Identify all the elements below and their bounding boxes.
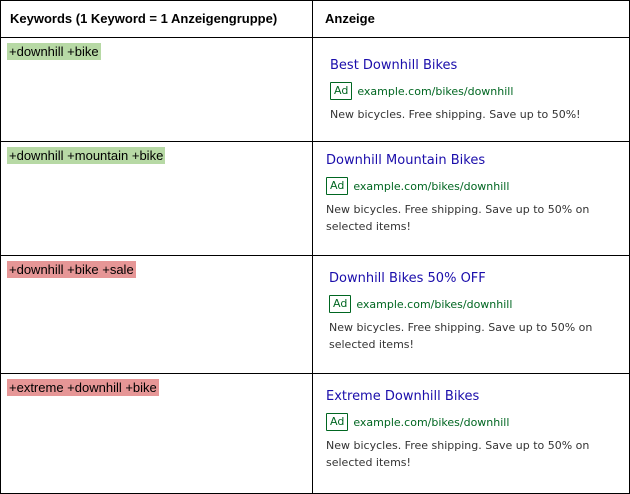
keywords-ads-table: Keywords (1 Keyword = 1 Anzeigengruppe) … [0, 0, 630, 494]
header-keywords-label: Keywords (1 Keyword = 1 Anzeigengruppe) [10, 11, 278, 26]
ad-display-url[interactable]: example.com/bikes/downhill [357, 85, 513, 98]
table-row: +downhill +bike Best Downhill Bikes Ad e… [0, 37, 630, 142]
table-row: +downhill +mountain +bike Downhill Mount… [0, 141, 630, 256]
ad-badge: Ad [329, 295, 352, 313]
ad-url-row: Ad example.com/bikes/downhill [326, 177, 629, 195]
ad-description: New bicycles. Free shipping. Save up to … [330, 108, 581, 121]
ad-badge: Ad [326, 413, 349, 431]
ad-title[interactable]: Downhill Mountain Bikes [326, 153, 629, 169]
ad-cell: Extreme Downhill Bikes Ad example.com/bi… [312, 373, 630, 494]
ad-display-url[interactable]: example.com/bikes/downhill [353, 416, 509, 429]
ad-cell: Downhill Mountain Bikes Ad example.com/b… [312, 141, 630, 256]
keyword-highlight: +downhill +bike [7, 43, 101, 60]
keyword-highlight: +extreme +downhill +bike [7, 379, 159, 396]
table-header-row: Keywords (1 Keyword = 1 Anzeigengruppe) … [0, 0, 630, 38]
header-keywords: Keywords (1 Keyword = 1 Anzeigengruppe) [0, 0, 313, 38]
ad-badge: Ad [326, 177, 349, 195]
ad-preview: Downhill Mountain Bikes Ad example.com/b… [326, 153, 629, 235]
keyword-highlight: +downhill +mountain +bike [7, 147, 166, 164]
ad-url-row: Ad example.com/bikes/downhill [326, 413, 629, 431]
ad-description: New bicycles. Free shipping. Save up to … [326, 439, 590, 469]
ad-preview: Downhill Bikes 50% OFF Ad example.com/bi… [329, 271, 629, 353]
keyword-cell: +extreme +downhill +bike [0, 373, 313, 494]
ad-preview: Best Downhill Bikes Ad example.com/bikes… [330, 58, 629, 123]
table-row: +extreme +downhill +bike Extreme Downhil… [0, 373, 630, 494]
ad-url-row: Ad example.com/bikes/downhill [330, 82, 629, 100]
header-ad-label: Anzeige [325, 11, 375, 26]
ad-display-url[interactable]: example.com/bikes/downhill [353, 180, 509, 193]
ad-cell: Best Downhill Bikes Ad example.com/bikes… [312, 37, 630, 142]
table-row: +downhill +bike +sale Downhill Bikes 50%… [0, 255, 630, 374]
keyword-highlight: +downhill +bike +sale [7, 261, 136, 278]
ad-description: New bicycles. Free shipping. Save up to … [326, 203, 590, 233]
keyword-cell: +downhill +bike +sale [0, 255, 313, 374]
ad-display-url[interactable]: example.com/bikes/downhill [356, 298, 512, 311]
ad-cell: Downhill Bikes 50% OFF Ad example.com/bi… [312, 255, 630, 374]
ad-title[interactable]: Downhill Bikes 50% OFF [329, 271, 629, 287]
ad-description: New bicycles. Free shipping. Save up to … [329, 321, 593, 351]
keyword-cell: +downhill +bike [0, 37, 313, 142]
ad-url-row: Ad example.com/bikes/downhill [329, 295, 629, 313]
ad-title[interactable]: Best Downhill Bikes [330, 58, 629, 74]
keyword-cell: +downhill +mountain +bike [0, 141, 313, 256]
header-ad: Anzeige [312, 0, 630, 38]
ad-preview: Extreme Downhill Bikes Ad example.com/bi… [326, 389, 629, 471]
ad-badge: Ad [330, 82, 353, 100]
ad-title[interactable]: Extreme Downhill Bikes [326, 389, 629, 405]
